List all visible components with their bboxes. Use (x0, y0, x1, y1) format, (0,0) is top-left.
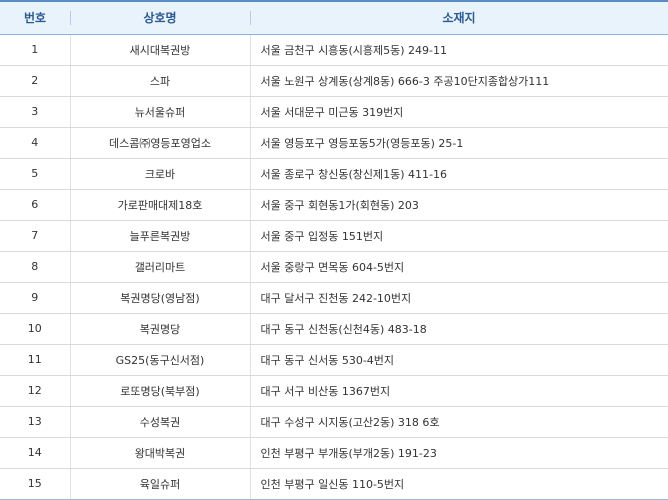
column-header-address: 소재지 (250, 0, 668, 35)
header-divider (70, 11, 71, 25)
table-row: 2 스파 서울 노원구 상계동(상계8동) 666-3 주공10단지종합상가111 (0, 65, 668, 97)
row-number-cell: 11 (0, 344, 70, 376)
table-row: 10 복권명당 대구 동구 신천동(신천4동) 483-18 (0, 313, 668, 345)
store-name-cell: 복권명당(영남점) (69, 282, 250, 314)
table-row: 12 로또명당(북부점) 대구 서구 비산동 1367번지 (0, 375, 668, 407)
store-address-cell: 서울 중구 입정동 151번지 (249, 220, 668, 252)
store-address-cell: 대구 달서구 진천동 242-10번지 (249, 282, 668, 314)
row-number-cell: 9 (0, 282, 70, 314)
store-address-cell: 서울 중랑구 면목동 604-5번지 (249, 251, 668, 283)
column-header-name: 상호명 (70, 0, 250, 35)
row-number-cell: 8 (0, 251, 70, 283)
store-name-cell: 늘푸른복권방 (69, 220, 250, 252)
column-header-name-label: 상호명 (143, 11, 177, 26)
row-number-cell: 13 (0, 406, 70, 438)
store-address-cell: 인천 부평구 일신동 110-5번지 (249, 468, 668, 500)
store-name-cell: GS25(동구신서점) (69, 344, 250, 376)
column-header-number: 번호 (0, 0, 70, 35)
store-address-cell: 대구 서구 비산동 1367번지 (249, 375, 668, 407)
table-row: 8 갤러리마트 서울 중랑구 면목동 604-5번지 (0, 251, 668, 283)
table-row: 13 수성복권 대구 수성구 시지동(고산2동) 318 6호 (0, 406, 668, 438)
store-name-cell: 가로판매대제18호 (69, 189, 250, 221)
table-row: 15 육일슈퍼 인천 부평구 일신동 110-5번지 (0, 468, 668, 500)
header-divider (250, 11, 251, 25)
row-number-cell: 6 (0, 189, 70, 221)
table-row: 14 왕대박복권 인천 부평구 부개동(부개2동) 191-23 (0, 437, 668, 469)
table-row: 4 데스콤㈜영등포영업소 서울 영등포구 영등포동5가(영등포동) 25-1 (0, 127, 668, 159)
table-row: 1 새시대복권방 서울 금천구 시흥동(시흥제5동) 249-11 (0, 34, 668, 66)
store-list-table: 번호 상호명 소재지 1 새시대복권방 서울 금천구 시흥동(시흥제5동) 249-… (0, 0, 668, 500)
store-name-cell: 스파 (69, 65, 250, 97)
table-row: 3 뉴서울슈퍼 서울 서대문구 미근동 319번지 (0, 96, 668, 128)
table-row: 11 GS25(동구신서점) 대구 동구 신서동 530-4번지 (0, 344, 668, 376)
store-name-cell: 육일슈퍼 (69, 468, 250, 500)
row-number-cell: 15 (0, 468, 70, 500)
row-number-cell: 5 (0, 158, 70, 190)
store-address-cell: 서울 중구 회현동1가(회현동) 203 (249, 189, 668, 221)
store-address-cell: 서울 영등포구 영등포동5가(영등포동) 25-1 (249, 127, 668, 159)
store-name-cell: 데스콤㈜영등포영업소 (69, 127, 250, 159)
store-address-cell: 대구 동구 신서동 530-4번지 (249, 344, 668, 376)
column-header-address-label: 소재지 (442, 11, 476, 26)
store-name-cell: 새시대복권방 (69, 34, 250, 66)
store-name-cell: 갤러리마트 (69, 251, 250, 283)
store-address-cell: 서울 노원구 상계동(상계8동) 666-3 주공10단지종합상가111 (249, 65, 668, 97)
store-name-cell: 왕대박복권 (69, 437, 250, 469)
table-row: 9 복권명당(영남점) 대구 달서구 진천동 242-10번지 (0, 282, 668, 314)
table-row: 6 가로판매대제18호 서울 중구 회현동1가(회현동) 203 (0, 189, 668, 221)
row-number-cell: 4 (0, 127, 70, 159)
table-header-row: 번호 상호명 소재지 (0, 0, 668, 35)
store-address-cell: 서울 종로구 창신동(창신제1동) 411-16 (249, 158, 668, 190)
table-row: 5 크로바 서울 종로구 창신동(창신제1동) 411-16 (0, 158, 668, 190)
row-number-cell: 10 (0, 313, 70, 345)
row-number-cell: 14 (0, 437, 70, 469)
store-name-cell: 뉴서울슈퍼 (69, 96, 250, 128)
store-address-cell: 대구 동구 신천동(신천4동) 483-18 (249, 313, 668, 345)
store-name-cell: 복권명당 (69, 313, 250, 345)
column-header-number-label: 번호 (23, 11, 47, 26)
store-address-cell: 서울 금천구 시흥동(시흥제5동) 249-11 (249, 34, 668, 66)
row-number-cell: 2 (0, 65, 70, 97)
row-number-cell: 12 (0, 375, 70, 407)
row-number-cell: 3 (0, 96, 70, 128)
store-address-cell: 인천 부평구 부개동(부개2동) 191-23 (249, 437, 668, 469)
store-name-cell: 수성복권 (69, 406, 250, 438)
table-row: 7 늘푸른복권방 서울 중구 입정동 151번지 (0, 220, 668, 252)
store-name-cell: 로또명당(북부점) (69, 375, 250, 407)
store-name-cell: 크로바 (69, 158, 250, 190)
row-number-cell: 1 (0, 34, 70, 66)
store-address-cell: 대구 수성구 시지동(고산2동) 318 6호 (249, 406, 668, 438)
store-address-cell: 서울 서대문구 미근동 319번지 (249, 96, 668, 128)
row-number-cell: 7 (0, 220, 70, 252)
